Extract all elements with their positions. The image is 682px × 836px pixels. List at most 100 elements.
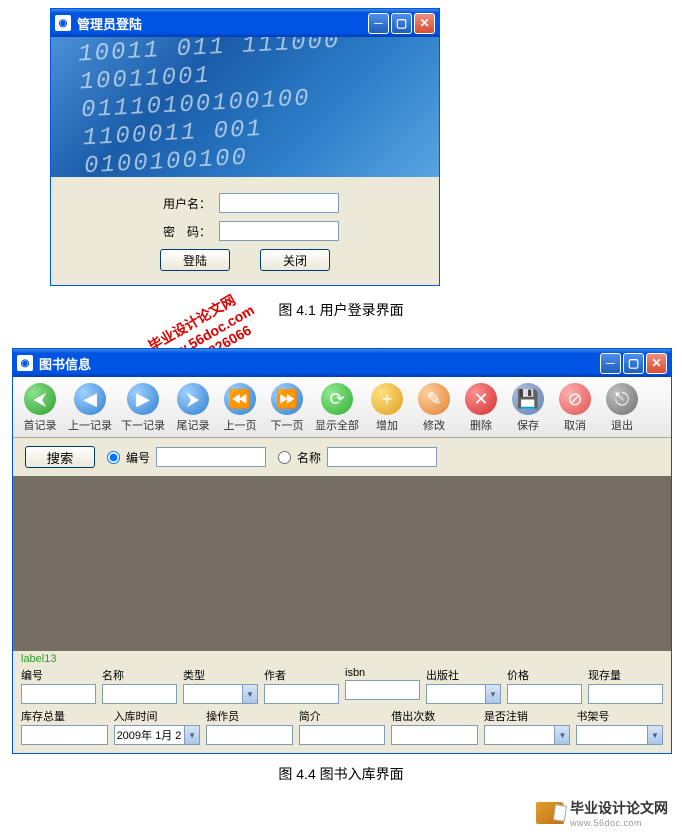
search-button[interactable]: 搜索 [25, 446, 95, 468]
field-是否注销: 是否注销▼ [484, 708, 571, 745]
toolbar-label: 上一记录 [68, 417, 112, 433]
dropdown-icon[interactable]: ▼ [647, 725, 663, 745]
toolbar-删除[interactable]: ✕删除 [460, 381, 502, 435]
minimize-button[interactable]: ─ [368, 13, 389, 34]
作者-input[interactable] [264, 684, 339, 704]
figure-caption-1: 图 4.1 用户登录界面 [0, 300, 682, 320]
data-grid[interactable] [13, 476, 671, 651]
isbn-input[interactable] [345, 680, 420, 700]
figure-caption-2: 图 4.4 图书入库界面 [0, 764, 682, 784]
toolbar-label: 尾记录 [177, 417, 210, 433]
search-id-input[interactable] [156, 447, 266, 467]
toolbar-icon: ⏩ [271, 383, 303, 415]
username-input[interactable] [219, 193, 339, 213]
编号-input[interactable] [21, 684, 96, 704]
toolbar-icon: + [371, 383, 403, 415]
titlebar: ◉ 图书信息 ─ ▢ ✕ [13, 349, 671, 377]
detail-panel: label13 编号名称类型▼作者isbn出版社▼价格现存量 库存总量入库时间▼… [13, 651, 671, 753]
password-label: 密 码： [151, 223, 211, 240]
footer-url: www.56doc.com [570, 818, 668, 828]
借出次数-input[interactable] [391, 725, 478, 745]
field-label: 价格 [507, 667, 582, 683]
field-简介: 简介 [299, 708, 386, 745]
footer-logo: 毕业设计论文网 www.56doc.com [0, 798, 682, 836]
dropdown-icon[interactable]: ▼ [485, 684, 501, 704]
field-编号: 编号 [21, 667, 96, 704]
titlebar: ◉ 管理员登陆 ─ ▢ ✕ [51, 9, 439, 37]
toolbar-下一页[interactable]: ⏩ 下一页 [266, 381, 308, 435]
toolbar-label: 首记录 [24, 417, 57, 433]
toolbar-icon: ✎ [418, 383, 450, 415]
类型-input[interactable] [183, 684, 242, 704]
field-借出次数: 借出次数 [391, 708, 478, 745]
toolbar-保存[interactable]: 💾保存 [507, 381, 549, 435]
field-label: 入库时间 [114, 708, 201, 724]
window-controls: ─ ▢ ✕ [368, 13, 435, 34]
库存总量-input[interactable] [21, 725, 108, 745]
footer-brand: 毕业设计论文网 [570, 798, 668, 818]
toolbar-下一记录[interactable]: ▶下一记录 [119, 381, 167, 435]
出版社-input[interactable] [426, 684, 485, 704]
search-name-input[interactable] [327, 447, 437, 467]
field-label: 现存量 [588, 667, 663, 683]
field-类型: 类型▼ [183, 667, 258, 704]
maximize-button[interactable]: ▢ [623, 353, 644, 374]
书架号-input[interactable] [576, 725, 647, 745]
label13: label13 [21, 653, 663, 665]
close-button[interactable]: ✕ [646, 353, 667, 374]
名称-input[interactable] [102, 684, 177, 704]
username-label: 用户名： [151, 195, 211, 212]
入库时间-input[interactable] [114, 725, 185, 745]
close-dialog-button[interactable]: 关闭 [260, 249, 330, 271]
book-icon [536, 802, 564, 824]
toolbar-上一记录[interactable]: ◀ 上一记录 [66, 381, 114, 435]
minimize-button[interactable]: ─ [600, 353, 621, 374]
toolbar-修改[interactable]: ✎ 修改 [413, 381, 455, 435]
toolbar-显示全部[interactable]: ⟳显示全部 [313, 381, 361, 435]
toolbar-label: 修改 [423, 417, 445, 433]
field-名称: 名称 [102, 667, 177, 704]
toolbar-上一页[interactable]: ⏪上一页 [219, 381, 261, 435]
toolbar-增加[interactable]: + 增加 [366, 381, 408, 435]
toolbar-首记录[interactable]: ⮜首记录 [19, 381, 61, 435]
toolbar-icon: ◀ [74, 383, 106, 415]
login-button[interactable]: 登陆 [160, 249, 230, 271]
toolbar-label: 上一页 [224, 417, 257, 433]
field-出版社: 出版社▼ [426, 667, 501, 704]
dropdown-icon[interactable]: ▼ [242, 684, 258, 704]
toolbar-label: 下一页 [271, 417, 304, 433]
close-button[interactable]: ✕ [414, 13, 435, 34]
field-label: 操作员 [206, 708, 293, 724]
toolbar-label: 保存 [517, 417, 539, 433]
maximize-button[interactable]: ▢ [391, 13, 412, 34]
radio-name-label: 名称 [297, 449, 321, 466]
toolbar-尾记录[interactable]: ⮞ 尾记录 [172, 381, 214, 435]
操作员-input[interactable] [206, 725, 293, 745]
dropdown-icon[interactable]: ▼ [184, 725, 200, 745]
window-title: 图书信息 [39, 354, 600, 373]
toolbar-label: 删除 [470, 417, 492, 433]
toolbar-icon: ⮞ [177, 383, 209, 415]
book-info-window: ◉ 图书信息 ─ ▢ ✕ ⮜首记录 ◀ 上一记录 ▶下一记录 ⮞ 尾记录 ⏪上一页 ⏩ 下一页 ⟳… [12, 348, 672, 754]
field-label: 简介 [299, 708, 386, 724]
field-书架号: 书架号▼ [576, 708, 663, 745]
是否注销-input[interactable] [484, 725, 555, 745]
简介-input[interactable] [299, 725, 386, 745]
password-input[interactable] [219, 221, 339, 241]
field-label: 编号 [21, 667, 96, 683]
radio-name[interactable] [278, 451, 291, 464]
toolbar-label: 增加 [376, 417, 398, 433]
field-label: 类型 [183, 667, 258, 683]
radio-id[interactable] [107, 451, 120, 464]
toolbar-取消[interactable]: ⊘取消 [554, 381, 596, 435]
toolbar-退出[interactable]: ⎋退出 [601, 381, 643, 435]
field-label: 名称 [102, 667, 177, 683]
search-bar: 搜索 编号 名称 [13, 438, 671, 476]
价格-input[interactable] [507, 684, 582, 704]
dropdown-icon[interactable]: ▼ [554, 725, 570, 745]
现存量-input[interactable] [588, 684, 663, 704]
field-作者: 作者 [264, 667, 339, 704]
toolbar-icon: ▶ [127, 383, 159, 415]
field-label: 是否注销 [484, 708, 571, 724]
window-title: 管理员登陆 [77, 14, 368, 33]
